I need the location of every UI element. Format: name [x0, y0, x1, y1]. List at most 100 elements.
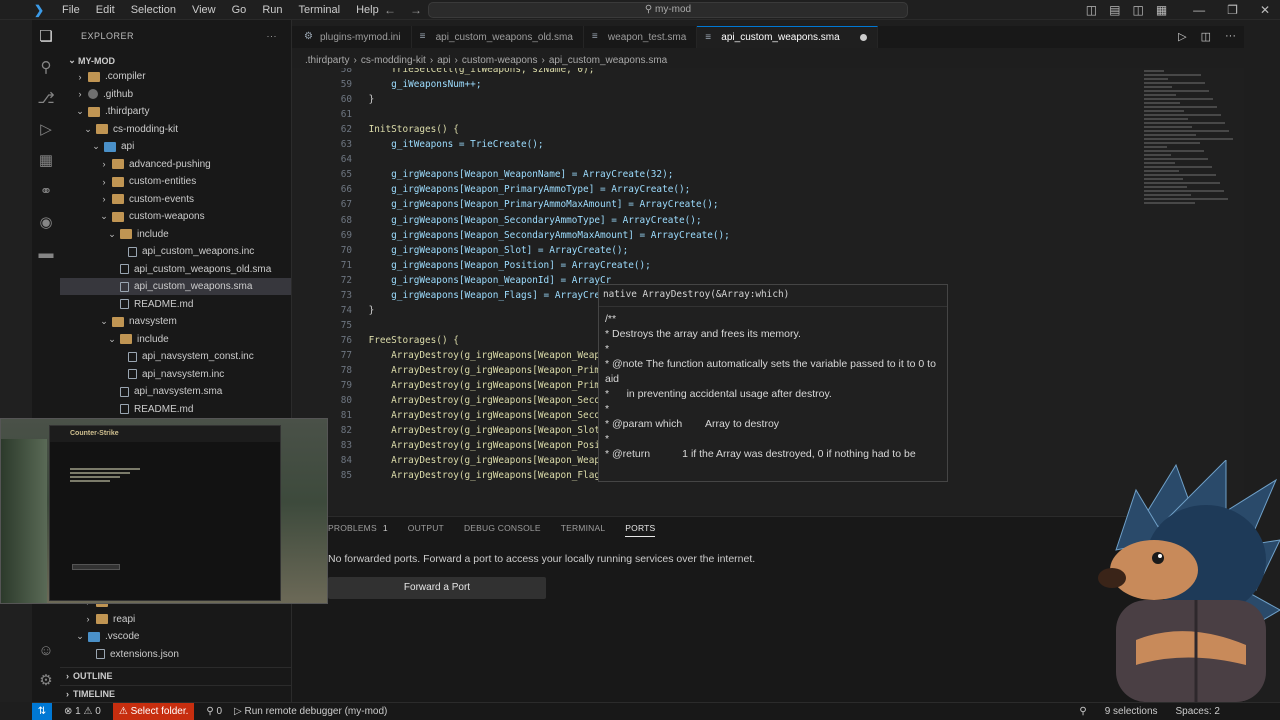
folder-icon [120, 334, 132, 344]
tree-file[interactable]: api_navsystem.sma [60, 383, 291, 400]
gpt-icon[interactable]: ▬ [37, 245, 55, 263]
timeline-section[interactable]: › TIMELINE [60, 685, 291, 702]
breadcrumb-item[interactable]: custom-weapons [462, 55, 538, 66]
panel-tab-ports[interactable]: PORTS [625, 523, 656, 537]
unsaved-dot-icon[interactable] [859, 34, 867, 41]
tree-file[interactable]: api_navsystem_const.inc [60, 348, 291, 365]
zoom-icon[interactable]: ⚲ [1079, 706, 1086, 717]
account-icon[interactable]: ☺ [37, 642, 55, 660]
menu-item-go[interactable]: Go [232, 4, 247, 16]
game-console-input [72, 564, 120, 570]
outline-section[interactable]: › OUTLINE [60, 667, 291, 684]
breadcrumb-item[interactable]: cs-modding-kit [361, 55, 426, 66]
tree-folder[interactable]: › .github [60, 86, 291, 103]
extensions-icon[interactable]: ▦ [37, 152, 55, 170]
command-center-search[interactable]: ⚲ my-mod [428, 2, 908, 18]
folder-icon [104, 141, 116, 152]
more-actions-icon[interactable]: ··· [267, 31, 278, 41]
breadcrumb-item[interactable]: api [437, 55, 450, 66]
tree-folder[interactable]: › advanced-pushing [60, 156, 291, 173]
editor-tab[interactable]: ≡ weapon_test.sma [584, 26, 698, 48]
menu-item-selection[interactable]: Selection [131, 4, 176, 16]
editor-tab[interactable]: ≡ api_custom_weapons_old.sma [412, 26, 584, 48]
panel-tab-output[interactable]: OUTPUT [408, 523, 444, 537]
tree-folder[interactable]: ⌄ navsystem [60, 313, 291, 330]
window-controls: ◫ ▤ ◫ ▦ — ❐ ✕ [1086, 3, 1270, 17]
problems-status[interactable]: ⊗ 1 ⚠ 0 [64, 706, 101, 717]
tab-label: api_custom_weapons_old.sma [435, 31, 573, 43]
source-control-icon[interactable]: ⎇ [37, 90, 55, 108]
tree-file[interactable]: api_custom_weapons.inc [60, 243, 291, 260]
chevron-down-icon: ⌄ [108, 228, 116, 239]
tree-file[interactable]: README.md [60, 401, 291, 418]
tree-file[interactable]: api_navsystem.inc [60, 366, 291, 383]
tree-folder[interactable]: › custom-entities [60, 173, 291, 190]
split-editor-icon[interactable]: ◫ [1201, 30, 1211, 43]
tree-file[interactable]: api_custom_weapons_old.sma [60, 261, 291, 278]
search-icon[interactable]: ⚲ [37, 59, 55, 77]
selections-status[interactable]: 9 selections [1105, 706, 1158, 717]
toggle-panel-icon[interactable]: ▤ [1109, 3, 1120, 17]
run-icon[interactable]: ▷ [1178, 30, 1186, 43]
panel-tab-problems[interactable]: PROBLEMS 1 [328, 523, 388, 537]
tree-folder[interactable]: ⌄ include [60, 331, 291, 348]
toggle-secondary-sidebar-icon[interactable]: ◫ [1132, 3, 1143, 17]
menu-item-terminal[interactable]: Terminal [299, 4, 341, 16]
minimap-line [1144, 134, 1196, 136]
breadcrumb-separator-icon: › [429, 54, 434, 66]
remote-explorer-icon[interactable]: ⚭ [37, 183, 55, 201]
menu-item-view[interactable]: View [192, 4, 216, 16]
close-window-icon[interactable]: ✕ [1260, 3, 1270, 17]
minimap-line [1144, 198, 1228, 200]
select-folder-status[interactable]: ⚠ Select folder. [112, 702, 195, 720]
tree-folder[interactable]: ⌄ custom-weapons [60, 208, 291, 225]
tree-folder[interactable]: › reapi [60, 611, 291, 628]
debugger-status[interactable]: ▷ Run remote debugger (my-mod) [234, 706, 387, 717]
panel-tab-terminal[interactable]: TERMINAL [561, 523, 606, 537]
code-line: 64 [292, 152, 1232, 167]
breadcrumb-item[interactable]: .thirdparty [305, 55, 349, 66]
run-debug-icon[interactable]: ▷ [37, 121, 55, 139]
menu-item-run[interactable]: Run [262, 4, 282, 16]
tree-folder[interactable]: › .compiler [60, 68, 291, 85]
menu-item-file[interactable]: File [62, 4, 80, 16]
tree-file[interactable]: README.md [60, 296, 291, 313]
forward-port-button[interactable]: Forward a Port [328, 577, 546, 599]
panel-tab-debug-console[interactable]: DEBUG CONSOLE [464, 523, 541, 537]
ports-status[interactable]: ⚲ 0 [206, 706, 222, 717]
hedgehog-mascot-image [1098, 460, 1280, 702]
editor-tab[interactable]: ≡ api_custom_weapons.sma [697, 26, 878, 48]
tree-folder[interactable]: ⌄ cs-modding-kit [60, 121, 291, 138]
indentation-status[interactable]: Spaces: 2 [1176, 706, 1220, 717]
hover-doc-line: * [605, 403, 610, 415]
restore-icon[interactable]: ❐ [1227, 3, 1238, 17]
tree-file[interactable]: api_custom_weapons.sma [60, 278, 291, 295]
back-arrow-icon[interactable]: ← [384, 3, 396, 17]
menu-item-help[interactable]: Help [356, 4, 379, 16]
tree-folder[interactable]: ⌄ api [60, 138, 291, 155]
customize-layout-icon[interactable]: ▦ [1156, 3, 1167, 17]
title-bar: ❯ File Edit Selection View Go Run Terminal Help… [0, 0, 1280, 20]
explorer-icon[interactable]: ❏ [37, 28, 55, 46]
manage-gear-icon[interactable]: ⚙ [37, 672, 55, 690]
tree-file[interactable]: extensions.json [60, 646, 291, 663]
github-icon[interactable]: ◉ [37, 214, 55, 232]
tree-folder[interactable]: ⌄ .vscode [60, 628, 291, 645]
line-number: 72 [340, 274, 352, 286]
tree-folder[interactable]: ⌄ .thirdparty [60, 103, 291, 120]
tree-folder[interactable]: › custom-events [60, 191, 291, 208]
line-number: 63 [340, 139, 352, 151]
editor-tab[interactable]: ⚙ plugins-mymod.ini [296, 26, 412, 48]
workspace-root[interactable]: ⌄ MY-MOD [60, 52, 291, 69]
menu-item-edit[interactable]: Edit [96, 4, 115, 16]
forward-arrow-icon[interactable]: → [410, 3, 422, 17]
toggle-sidebar-icon[interactable]: ◫ [1086, 3, 1097, 17]
minimap[interactable] [1144, 68, 1240, 208]
breadcrumb-item[interactable]: api_custom_weapons.sma [549, 55, 667, 66]
code-text: g_irgWeapons[Weapon_WeaponName] = ArrayC… [346, 169, 674, 181]
minimize-icon[interactable]: — [1193, 3, 1205, 17]
tree-folder[interactable]: ⌄ include [60, 226, 291, 243]
more-editor-actions-icon[interactable]: ··· [1225, 30, 1236, 43]
code-text: TrieSetCell(g_itWeapons, szName, 0); [346, 68, 595, 75]
remote-indicator-icon[interactable]: ⇅ [32, 702, 52, 720]
